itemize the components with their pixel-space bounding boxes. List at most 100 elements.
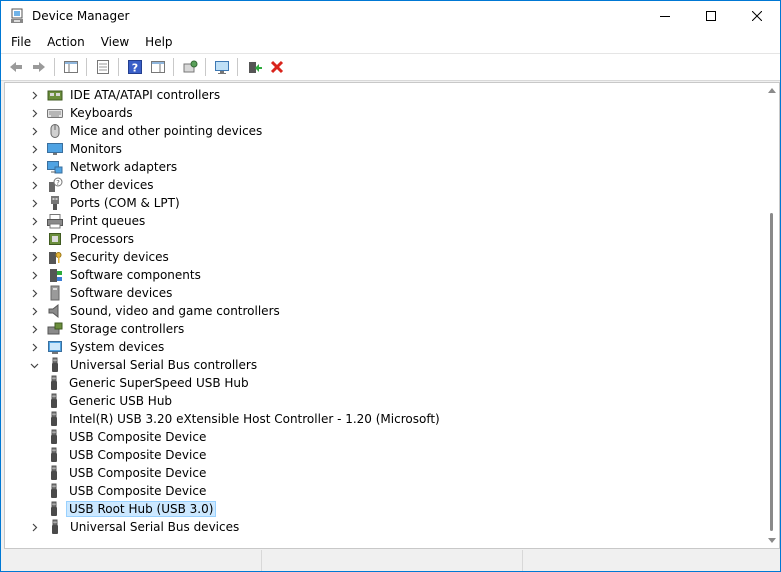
- tree-device[interactable]: USB Composite Device: [46, 482, 209, 500]
- tree-device[interactable]: USB Root Hub (USB 3.0): [46, 500, 217, 518]
- tree-category[interactable]: Mice and other pointing devices: [27, 122, 265, 140]
- tree-category[interactable]: Processors: [27, 230, 137, 248]
- tree-category[interactable]: Universal Serial Bus devices: [27, 518, 242, 536]
- help-icon: ?: [127, 60, 142, 75]
- tree-device[interactable]: Intel(R) USB 3.20 eXtensible Host Contro…: [46, 410, 443, 428]
- tree-device[interactable]: Generic SuperSpeed USB Hub: [46, 374, 252, 392]
- tree-item-label: USB Composite Device: [69, 484, 207, 498]
- tree-category[interactable]: Software devices: [27, 284, 175, 302]
- tree-item-label: Monitors: [70, 142, 122, 156]
- tree-category[interactable]: ? Other devices: [27, 176, 157, 194]
- show-hide-console-tree-button[interactable]: [59, 56, 82, 78]
- chevron-right-icon[interactable]: [27, 194, 41, 212]
- tree-category[interactable]: Print queues: [27, 212, 148, 230]
- chevron-right-icon[interactable]: [27, 122, 41, 140]
- chevron-right-icon[interactable]: [27, 302, 41, 320]
- menu-view[interactable]: View: [93, 31, 137, 53]
- title-bar[interactable]: Device Manager: [1, 1, 780, 31]
- chevron-right-icon[interactable]: [27, 140, 41, 158]
- tree-category[interactable]: Ports (COM & LPT): [27, 194, 183, 212]
- chevron-right-icon[interactable]: [27, 518, 41, 536]
- chevron-right-icon[interactable]: [27, 320, 41, 338]
- scroll-down-button[interactable]: [765, 534, 779, 548]
- scan-hardware-button[interactable]: [178, 56, 201, 78]
- menu-action[interactable]: Action: [39, 31, 93, 53]
- close-button[interactable]: [734, 1, 780, 31]
- tree-item-label: Generic SuperSpeed USB Hub: [69, 376, 249, 390]
- forward-button[interactable]: [27, 56, 50, 78]
- chevron-right-icon[interactable]: [27, 176, 41, 194]
- device-tree[interactable]: IDE ATA/ATAPI controllers Keyboards Mice a…: [4, 82, 780, 549]
- scroll-up-button[interactable]: [765, 83, 779, 97]
- scan-hardware-icon: [183, 60, 197, 73]
- window-title: Device Manager: [32, 9, 130, 23]
- show-action-pane-button[interactable]: [146, 56, 169, 78]
- chevron-right-icon[interactable]: [27, 86, 41, 104]
- usb-icon: [46, 501, 62, 517]
- tree-category[interactable]: Monitors: [27, 140, 125, 158]
- tree-item-label: Generic USB Hub: [69, 394, 173, 408]
- update-driver-icon: [248, 62, 262, 73]
- scroll-up-arrow-icon: [768, 88, 776, 93]
- chevron-right-icon[interactable]: [27, 104, 41, 122]
- security-device-icon: [47, 249, 63, 265]
- tree-item-label: Print queues: [70, 214, 146, 228]
- device-manager-app-icon: [9, 8, 25, 24]
- usb-icon: [46, 429, 62, 445]
- tree-category[interactable]: System devices: [27, 338, 167, 356]
- tree-item-label: Mice and other pointing devices: [70, 124, 263, 138]
- tree-category[interactable]: Universal Serial Bus controllers: [27, 356, 260, 374]
- uninstall-device-button[interactable]: [265, 56, 288, 78]
- tree-category[interactable]: Sound, video and game controllers: [27, 302, 283, 320]
- back-button[interactable]: [4, 56, 27, 78]
- tree-category[interactable]: IDE ATA/ATAPI controllers: [27, 86, 223, 104]
- svg-text:?: ?: [56, 179, 60, 187]
- chevron-down-icon[interactable]: [27, 356, 41, 374]
- usb-icon: [46, 393, 62, 409]
- maximize-button[interactable]: [688, 1, 734, 31]
- chevron-right-icon[interactable]: [27, 212, 41, 230]
- usb-icon: [46, 465, 62, 481]
- tree-category[interactable]: Software components: [27, 266, 204, 284]
- toolbar-separator: [54, 58, 55, 76]
- toolbar-separator: [86, 58, 87, 76]
- close-icon: [752, 11, 762, 21]
- maximize-icon: [706, 11, 716, 21]
- chevron-right-icon[interactable]: [27, 248, 41, 266]
- tree-device[interactable]: USB Composite Device: [46, 464, 209, 482]
- tree-category[interactable]: Security devices: [27, 248, 172, 266]
- add-legacy-hardware-button[interactable]: [210, 56, 233, 78]
- tree-device[interactable]: USB Composite Device: [46, 428, 209, 446]
- tree-category[interactable]: Network adapters: [27, 158, 180, 176]
- chevron-right-icon[interactable]: [27, 284, 41, 302]
- chevron-right-icon[interactable]: [27, 266, 41, 284]
- minimize-button[interactable]: [642, 1, 688, 31]
- window-controls: [642, 1, 780, 31]
- chevron-right-icon[interactable]: [27, 338, 41, 356]
- properties-button[interactable]: [91, 56, 114, 78]
- tree-category[interactable]: Keyboards: [27, 104, 136, 122]
- update-driver-button[interactable]: [242, 56, 265, 78]
- scrollbar-thumb[interactable]: [770, 213, 773, 531]
- toolbar-separator: [173, 58, 174, 76]
- vertical-scrollbar[interactable]: [765, 83, 779, 548]
- tree-item-label: Software components: [70, 268, 201, 282]
- chevron-right-icon[interactable]: [27, 230, 41, 248]
- tree-category[interactable]: Storage controllers: [27, 320, 187, 338]
- uninstall-icon: [270, 60, 283, 74]
- tree-device[interactable]: USB Composite Device: [46, 446, 209, 464]
- tree-device[interactable]: Generic USB Hub: [46, 392, 175, 410]
- toolbar: ?: [1, 53, 780, 81]
- menu-file[interactable]: File: [3, 31, 39, 53]
- network-adapter-icon: [47, 159, 63, 175]
- chevron-right-icon[interactable]: [27, 158, 41, 176]
- tree-item-label: System devices: [70, 340, 165, 354]
- back-arrow-icon: [9, 62, 22, 72]
- forward-arrow-icon: [32, 62, 45, 72]
- toolbar-separator: [118, 58, 119, 76]
- software-component-icon: [47, 267, 63, 283]
- toolbar-separator: [237, 58, 238, 76]
- menu-help[interactable]: Help: [137, 31, 180, 53]
- help-button[interactable]: ?: [123, 56, 146, 78]
- tree-item-label: Security devices: [70, 250, 169, 264]
